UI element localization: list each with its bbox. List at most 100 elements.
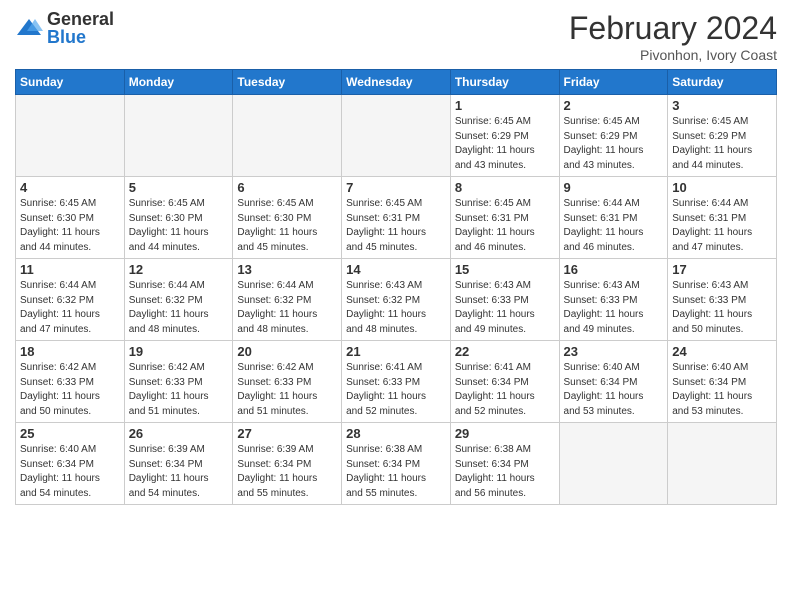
day-number: 15	[455, 262, 555, 277]
day-number: 9	[564, 180, 664, 195]
day-info: Sunrise: 6:45 AM Sunset: 6:29 PM Dayligh…	[672, 115, 772, 173]
day-number: 27	[237, 426, 337, 441]
calendar-day-cell: 29 Sunrise: 6:38 AM Sunset: 6:34 PM Dayli…	[450, 423, 559, 505]
day-info: Sunrise: 6:45 AM Sunset: 6:30 PM Dayligh…	[129, 197, 229, 255]
calendar-week-row: 1 Sunrise: 6:45 AM Sunset: 6:29 PM Daylig…	[16, 95, 777, 177]
calendar-header-cell: Tuesday	[233, 70, 342, 95]
day-number: 12	[129, 262, 229, 277]
calendar-day-cell: 17 Sunrise: 6:43 AM Sunset: 6:33 PM Dayli…	[668, 259, 777, 341]
calendar-day-cell: 25 Sunrise: 6:40 AM Sunset: 6:34 PM Dayli…	[16, 423, 125, 505]
day-info: Sunrise: 6:43 AM Sunset: 6:33 PM Dayligh…	[672, 279, 772, 337]
title-block: February 2024 Pivonhon, Ivory Coast	[569, 10, 777, 63]
calendar-day-cell: 13 Sunrise: 6:44 AM Sunset: 6:32 PM Dayli…	[233, 259, 342, 341]
calendar-day-cell: 8 Sunrise: 6:45 AM Sunset: 6:31 PM Daylig…	[450, 177, 559, 259]
day-info: Sunrise: 6:45 AM Sunset: 6:31 PM Dayligh…	[455, 197, 555, 255]
day-info: Sunrise: 6:39 AM Sunset: 6:34 PM Dayligh…	[129, 443, 229, 501]
day-info: Sunrise: 6:42 AM Sunset: 6:33 PM Dayligh…	[20, 361, 120, 419]
day-number: 14	[346, 262, 446, 277]
day-info: Sunrise: 6:43 AM Sunset: 6:33 PM Dayligh…	[564, 279, 664, 337]
calendar-day-cell: 27 Sunrise: 6:39 AM Sunset: 6:34 PM Dayli…	[233, 423, 342, 505]
header: General Blue February 2024 Pivonhon, Ivo…	[15, 10, 777, 63]
location-subtitle: Pivonhon, Ivory Coast	[569, 47, 777, 63]
calendar-day-cell: 11Sunrise: 6:44 AM Sunset: 6:32 PM Dayli…	[16, 259, 125, 341]
day-info: Sunrise: 6:45 AM Sunset: 6:30 PM Dayligh…	[20, 197, 120, 255]
day-info: Sunrise: 6:45 AM Sunset: 6:29 PM Dayligh…	[564, 115, 664, 173]
calendar-day-cell	[233, 95, 342, 177]
calendar-header-cell: Thursday	[450, 70, 559, 95]
logo: General Blue	[15, 10, 114, 46]
day-info: Sunrise: 6:45 AM Sunset: 6:30 PM Dayligh…	[237, 197, 337, 255]
calendar-day-cell: 3Sunrise: 6:45 AM Sunset: 6:29 PM Daylig…	[668, 95, 777, 177]
logo-blue: Blue	[47, 28, 114, 46]
calendar-day-cell: 12 Sunrise: 6:44 AM Sunset: 6:32 PM Dayli…	[124, 259, 233, 341]
calendar-day-cell: 22Sunrise: 6:41 AM Sunset: 6:34 PM Dayli…	[450, 341, 559, 423]
day-number: 4	[20, 180, 120, 195]
day-number: 29	[455, 426, 555, 441]
calendar-header-row: SundayMondayTuesdayWednesdayThursdayFrid…	[16, 70, 777, 95]
day-number: 23	[564, 344, 664, 359]
day-number: 8	[455, 180, 555, 195]
calendar-day-cell: 9 Sunrise: 6:44 AM Sunset: 6:31 PM Daylig…	[559, 177, 668, 259]
calendar-day-cell	[16, 95, 125, 177]
day-info: Sunrise: 6:38 AM Sunset: 6:34 PM Dayligh…	[346, 443, 446, 501]
calendar-week-row: 18 Sunrise: 6:42 AM Sunset: 6:33 PM Dayli…	[16, 341, 777, 423]
calendar-table: SundayMondayTuesdayWednesdayThursdayFrid…	[15, 69, 777, 505]
calendar-body: 1 Sunrise: 6:45 AM Sunset: 6:29 PM Daylig…	[16, 95, 777, 505]
calendar-week-row: 25 Sunrise: 6:40 AM Sunset: 6:34 PM Dayli…	[16, 423, 777, 505]
calendar-day-cell	[559, 423, 668, 505]
month-title: February 2024	[569, 10, 777, 47]
day-number: 16	[564, 262, 664, 277]
day-number: 11	[20, 262, 120, 277]
day-info: Sunrise: 6:44 AM Sunset: 6:31 PM Dayligh…	[564, 197, 664, 255]
page: General Blue February 2024 Pivonhon, Ivo…	[0, 0, 792, 612]
day-number: 10	[672, 180, 772, 195]
day-number: 6	[237, 180, 337, 195]
day-number: 19	[129, 344, 229, 359]
calendar-day-cell: 16 Sunrise: 6:43 AM Sunset: 6:33 PM Dayli…	[559, 259, 668, 341]
day-number: 2	[564, 98, 664, 113]
calendar-day-cell: 15 Sunrise: 6:43 AM Sunset: 6:33 PM Dayli…	[450, 259, 559, 341]
day-info: Sunrise: 6:42 AM Sunset: 6:33 PM Dayligh…	[129, 361, 229, 419]
day-info: Sunrise: 6:44 AM Sunset: 6:32 PM Dayligh…	[237, 279, 337, 337]
calendar-header-cell: Sunday	[16, 70, 125, 95]
logo-general: General	[47, 10, 114, 28]
day-info: Sunrise: 6:43 AM Sunset: 6:32 PM Dayligh…	[346, 279, 446, 337]
day-number: 17	[672, 262, 772, 277]
calendar-day-cell: 14 Sunrise: 6:43 AM Sunset: 6:32 PM Dayli…	[342, 259, 451, 341]
day-info: Sunrise: 6:42 AM Sunset: 6:33 PM Dayligh…	[237, 361, 337, 419]
day-number: 24	[672, 344, 772, 359]
day-info: Sunrise: 6:45 AM Sunset: 6:31 PM Dayligh…	[346, 197, 446, 255]
calendar-header-cell: Wednesday	[342, 70, 451, 95]
day-info: Sunrise: 6:41 AM Sunset: 6:34 PM Dayligh…	[455, 361, 555, 419]
day-number: 28	[346, 426, 446, 441]
calendar-day-cell: 2 Sunrise: 6:45 AM Sunset: 6:29 PM Daylig…	[559, 95, 668, 177]
calendar-header-cell: Monday	[124, 70, 233, 95]
calendar-day-cell: 19 Sunrise: 6:42 AM Sunset: 6:33 PM Dayli…	[124, 341, 233, 423]
day-number: 1	[455, 98, 555, 113]
calendar-day-cell	[124, 95, 233, 177]
day-info: Sunrise: 6:43 AM Sunset: 6:33 PM Dayligh…	[455, 279, 555, 337]
calendar-week-row: 4 Sunrise: 6:45 AM Sunset: 6:30 PM Daylig…	[16, 177, 777, 259]
day-info: Sunrise: 6:40 AM Sunset: 6:34 PM Dayligh…	[20, 443, 120, 501]
calendar-day-cell: 5Sunrise: 6:45 AM Sunset: 6:30 PM Daylig…	[124, 177, 233, 259]
day-info: Sunrise: 6:44 AM Sunset: 6:31 PM Dayligh…	[672, 197, 772, 255]
calendar-day-cell: 20Sunrise: 6:42 AM Sunset: 6:33 PM Dayli…	[233, 341, 342, 423]
calendar-header-cell: Saturday	[668, 70, 777, 95]
calendar-day-cell: 24 Sunrise: 6:40 AM Sunset: 6:34 PM Dayli…	[668, 341, 777, 423]
day-number: 25	[20, 426, 120, 441]
day-info: Sunrise: 6:40 AM Sunset: 6:34 PM Dayligh…	[672, 361, 772, 419]
calendar-week-row: 11 Sunrise: 6:44 AM Sunset: 6:32 PM Dayli…	[16, 259, 777, 341]
calendar-day-cell: 18 Sunrise: 6:42 AM Sunset: 6:33 PM Dayli…	[16, 341, 125, 423]
day-info: Sunrise: 6:41 AM Sunset: 6:33 PM Dayligh…	[346, 361, 446, 419]
day-number: 18	[20, 344, 120, 359]
calendar-day-cell: 4 Sunrise: 6:45 AM Sunset: 6:30 PM Daylig…	[16, 177, 125, 259]
day-info: Sunrise: 6:38 AM Sunset: 6:34 PM Dayligh…	[455, 443, 555, 501]
day-number: 13	[237, 262, 337, 277]
day-info: Sunrise: 6:44 AM Sunset: 6:32 PM Dayligh…	[129, 279, 229, 337]
day-info: Sunrise: 6:45 AM Sunset: 6:29 PM Dayligh…	[455, 115, 555, 173]
calendar-day-cell	[342, 95, 451, 177]
calendar-day-cell	[668, 423, 777, 505]
day-info: Sunrise: 6:39 AM Sunset: 6:34 PM Dayligh…	[237, 443, 337, 501]
calendar-day-cell: 1 Sunrise: 6:45 AM Sunset: 6:29 PM Daylig…	[450, 95, 559, 177]
logo-icon	[15, 17, 43, 39]
